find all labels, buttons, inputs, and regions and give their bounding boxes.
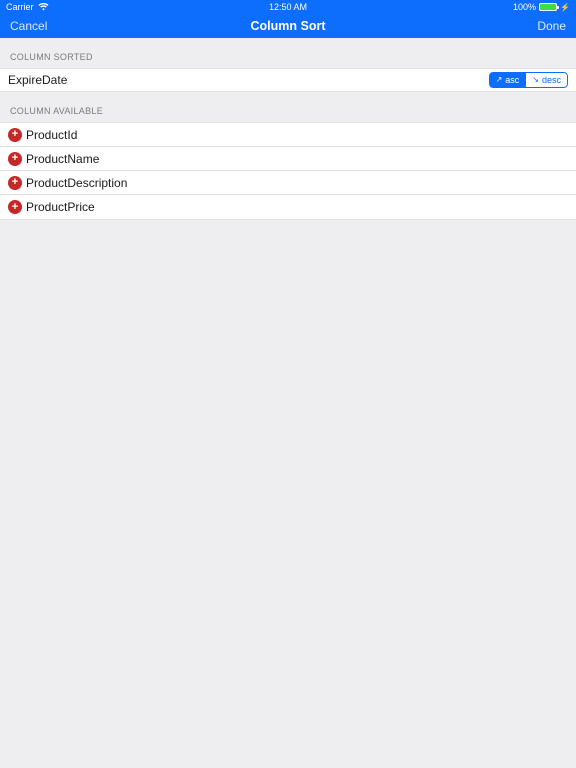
sort-direction-segmented: ↗ asc ↘ desc bbox=[489, 72, 568, 88]
carrier-label: Carrier bbox=[6, 2, 34, 12]
list-item-label: ProductId bbox=[26, 128, 77, 142]
status-time: 12:50 AM bbox=[194, 2, 382, 12]
available-list: ProductId ProductName ProductDescription… bbox=[0, 122, 576, 220]
asc-button[interactable]: ↗ asc bbox=[489, 72, 526, 88]
list-item[interactable]: ProductPrice bbox=[0, 195, 576, 219]
list-item-label: ProductDescription bbox=[26, 176, 127, 190]
asc-label: asc bbox=[505, 75, 519, 85]
wifi-icon bbox=[38, 3, 49, 11]
desc-button[interactable]: ↘ desc bbox=[525, 72, 568, 88]
list-item[interactable]: ProductId bbox=[0, 123, 576, 147]
cancel-button[interactable]: Cancel bbox=[10, 19, 47, 33]
add-icon[interactable] bbox=[8, 128, 22, 142]
arrow-up-icon: ↗ bbox=[496, 76, 503, 84]
charging-icon: ⚡ bbox=[560, 3, 570, 12]
page-title: Column Sort bbox=[149, 19, 427, 33]
add-icon[interactable] bbox=[8, 152, 22, 166]
add-icon[interactable] bbox=[8, 176, 22, 190]
battery-icon bbox=[539, 3, 557, 11]
add-icon[interactable] bbox=[8, 200, 22, 214]
nav-bar: Cancel Column Sort Done bbox=[0, 14, 576, 38]
status-bar: Carrier 12:50 AM 100% ⚡ bbox=[0, 0, 576, 14]
sorted-column-label: ExpireDate bbox=[8, 73, 489, 87]
list-item[interactable]: ProductName bbox=[0, 147, 576, 171]
section-header-available: COLUMN AVAILABLE bbox=[0, 92, 576, 122]
done-button[interactable]: Done bbox=[537, 19, 566, 33]
arrow-down-icon: ↘ bbox=[532, 76, 539, 84]
list-item-label: ProductName bbox=[26, 152, 99, 166]
section-header-sorted: COLUMN SORTED bbox=[0, 38, 576, 68]
sorted-row[interactable]: ExpireDate ↗ asc ↘ desc bbox=[0, 68, 576, 92]
list-item-label: ProductPrice bbox=[26, 200, 95, 214]
list-item[interactable]: ProductDescription bbox=[0, 171, 576, 195]
desc-label: desc bbox=[542, 75, 561, 85]
battery-percent: 100% bbox=[513, 2, 536, 12]
